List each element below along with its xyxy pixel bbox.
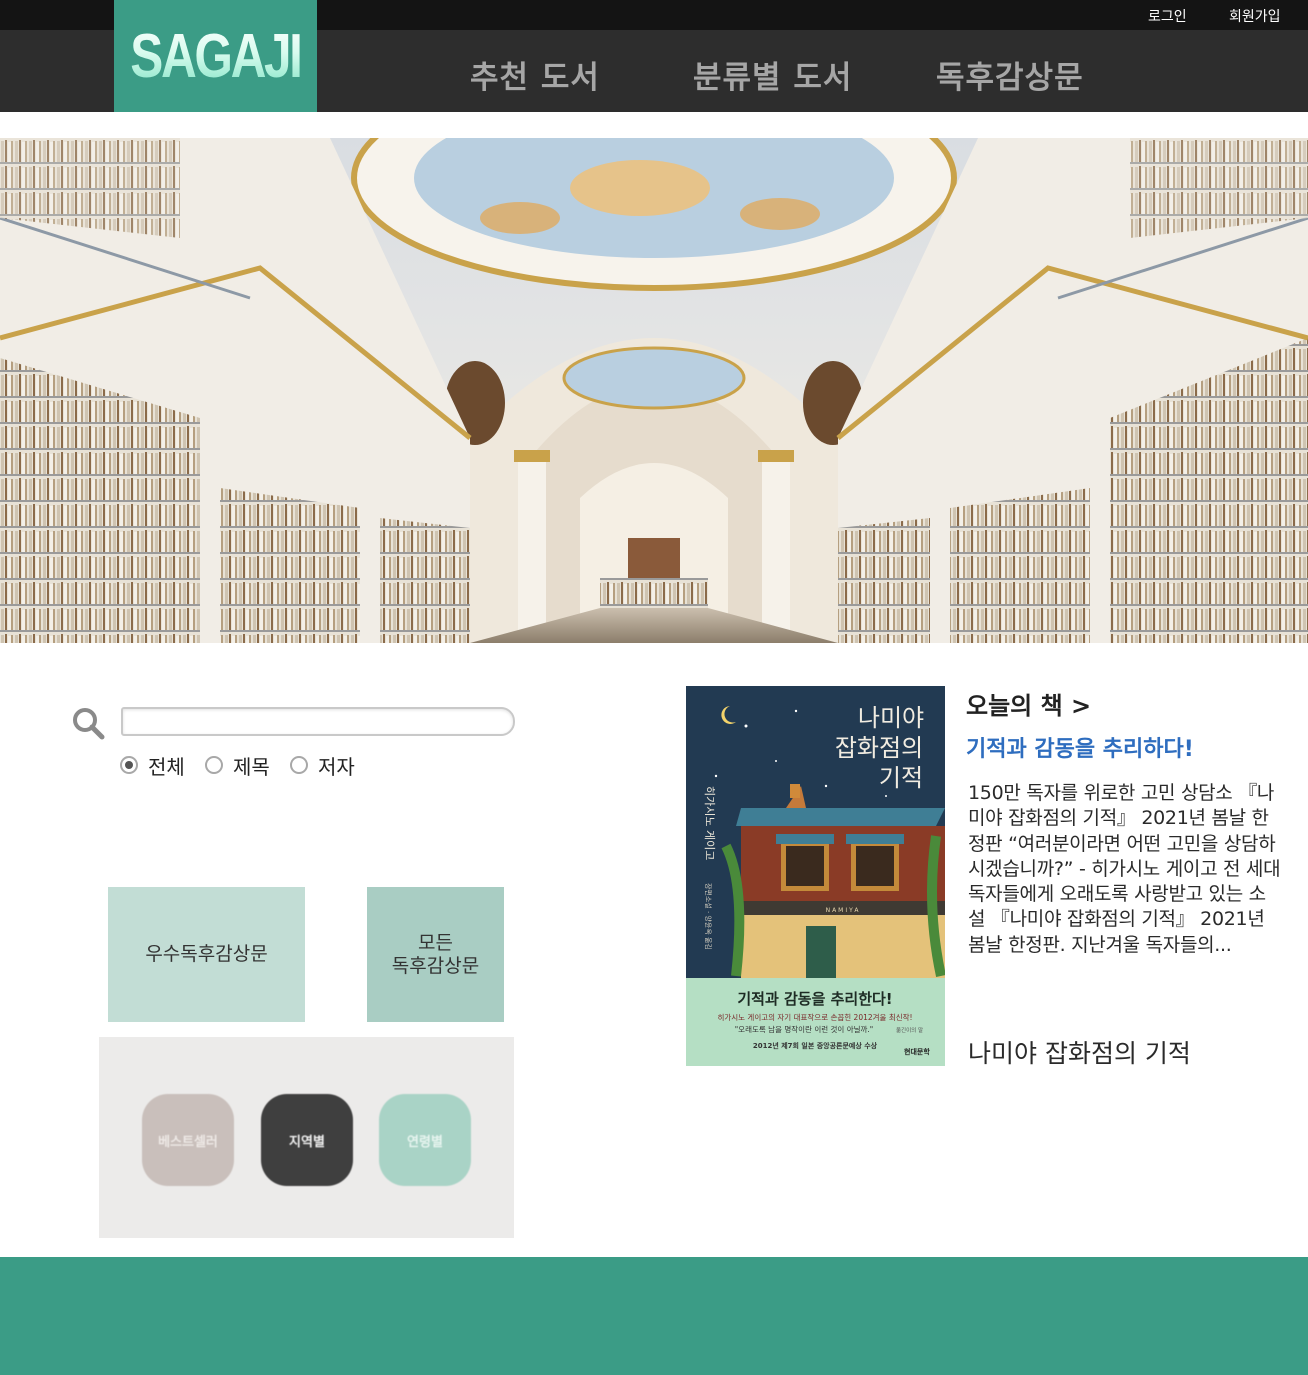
radio-author[interactable] [290, 756, 308, 774]
radio-all[interactable] [120, 756, 138, 774]
search-icon[interactable] [70, 705, 106, 741]
search-option-title[interactable]: 제목 [205, 752, 270, 779]
by-age-label: 연령별 [407, 1134, 443, 1150]
footer [0, 1257, 1308, 1375]
cover-author: 히가시노 게이고 [703, 786, 717, 860]
cover-band-headline: 기적과 감동을 추리한다! [737, 990, 892, 1008]
signup-link[interactable]: 회원가입 [1229, 6, 1281, 26]
login-link[interactable]: 로그인 [1148, 6, 1187, 26]
cover-band-line-3: 2012년 제7회 일본 중앙공론문예상 수상 [753, 1041, 878, 1050]
cover-title-line-3: 기적 [879, 764, 923, 792]
today-book-heading[interactable]: 오늘의 책 > [966, 686, 1091, 721]
all-reviews-tile[interactable]: 모든 독후감상문 [367, 887, 504, 1022]
by-age-button[interactable]: 연령별 [379, 1094, 471, 1186]
today-book-description: 150만 독자를 위로한 고민 상담소 『나미야 잡화점의 기적』 2021년 … [968, 782, 1281, 956]
radio-all-label: 전체 [148, 754, 185, 779]
nav-category-books[interactable]: 분류별 도서 [693, 52, 852, 97]
radio-author-label: 저자 [318, 754, 355, 779]
best-reviews-tile[interactable]: 우수독후감상문 [108, 887, 305, 1022]
radio-title-label: 제목 [233, 754, 270, 779]
store-sign-text: NAMIYA [826, 907, 861, 914]
cover-title-line-1: 나미야 [858, 704, 924, 732]
nav-book-reports[interactable]: 독후감상문 [936, 52, 1084, 97]
cover-sub-author: 장편소설 · 양윤옥 옮김 [704, 883, 713, 950]
search-option-all[interactable]: 전체 [120, 752, 185, 779]
cover-band-line-2: "오래도록 남을 명작이란 이런 것이 아닐까." [735, 1024, 874, 1034]
cover-band-line-2-credit: 옮긴이의 말 [896, 1026, 923, 1034]
hero-library-image [0, 138, 1308, 643]
today-book-tagline: 기적과 감동을 추리하다! [966, 737, 1194, 762]
nav-recommended-books[interactable]: 추천 도서 [470, 52, 600, 97]
search-option-author[interactable]: 저자 [290, 752, 355, 779]
bestseller-button[interactable]: 베스트셀러 [142, 1094, 234, 1186]
logo-text: SAGAJI [130, 21, 303, 91]
cover-band-line-1: 히가시노 게이고의 자기 대표작으로 손꼽힌 2012겨울 최신작! [717, 1012, 912, 1022]
search-input[interactable] [121, 707, 515, 736]
cover-title-line-2: 잡화점의 [835, 734, 923, 762]
today-book-cover[interactable]: 나미야 잡화점의 기적 히가시노 게이고 장편소설 · 양윤옥 옮김 NAMIY… [686, 686, 945, 1066]
by-region-label: 지역별 [289, 1134, 325, 1150]
cover-publisher: 현대문학 [904, 1047, 930, 1056]
all-reviews-label: 모든 독후감상문 [391, 931, 480, 977]
site-logo[interactable]: SAGAJI [114, 0, 317, 112]
best-reviews-label: 우수독후감상문 [145, 943, 268, 965]
radio-title[interactable] [205, 756, 223, 774]
by-region-button[interactable]: 지역별 [261, 1094, 353, 1186]
bestseller-label: 베스트셀러 [158, 1134, 218, 1150]
today-book-name[interactable]: 나미야 잡화점의 기적 [968, 1034, 1191, 1070]
